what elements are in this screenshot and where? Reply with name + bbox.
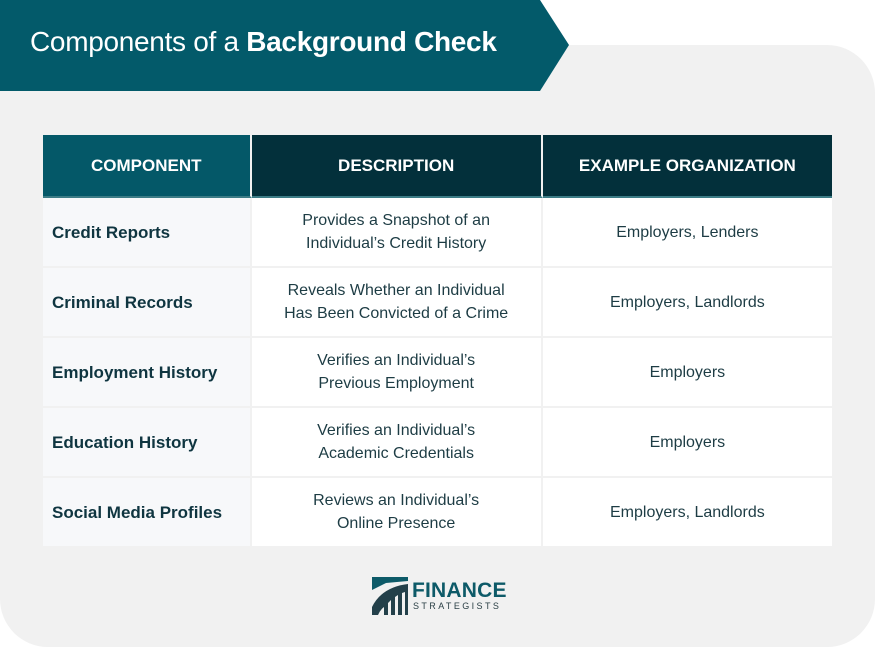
table-row: Social Media Profiles Reviews an Individ…	[43, 478, 832, 546]
description-cell: Reviews an Individual’s Online Presence	[251, 478, 543, 546]
description-line: Has Been Convicted of a Crime	[284, 305, 509, 322]
title-banner: Components of a Background Check	[0, 0, 570, 91]
component-cell: Credit Reports	[43, 198, 252, 268]
components-table: COMPONENT DESCRIPTION EXAMPLE ORGANIZATI…	[43, 135, 832, 546]
description-line: Provides a Snapshot of an	[302, 212, 490, 229]
title-regular: Components of a	[30, 26, 247, 57]
finance-strategists-logo: FINANCE STRATEGISTS	[372, 577, 507, 615]
organization-cell: Employers, Landlords	[542, 478, 832, 546]
logo-text-strategists: STRATEGISTS	[413, 601, 502, 611]
column-header-component: COMPONENT	[43, 135, 252, 198]
table-row: Criminal Records Reveals Whether an Indi…	[43, 268, 832, 338]
organization-cell: Employers, Landlords	[542, 268, 832, 338]
component-cell: Social Media Profiles	[43, 478, 252, 546]
description-line: Previous Employment	[318, 375, 474, 392]
description-line: Reviews an Individual’s	[313, 492, 480, 509]
organization-cell: Employers, Lenders	[542, 198, 832, 268]
table-row: Employment History Verifies an Individua…	[43, 338, 832, 408]
description-line: Individual’s Credit History	[306, 235, 487, 252]
table-header-row: COMPONENT DESCRIPTION EXAMPLE ORGANIZATI…	[43, 135, 832, 198]
column-header-description: DESCRIPTION	[251, 135, 543, 198]
description-line: Academic Credentials	[318, 445, 474, 462]
organization-cell: Employers	[542, 338, 832, 408]
description-line: Online Presence	[336, 515, 456, 532]
description-cell: Verifies an Individual’s Academic Credent…	[251, 408, 543, 478]
description-line: Verifies an Individual’s	[317, 422, 476, 439]
table-row: Education History Verifies an Individual…	[43, 408, 832, 478]
description-cell: Provides a Snapshot of an Individual’s Cr…	[251, 198, 543, 268]
description-cell: Reveals Whether an Individual Has Been Co…	[251, 268, 543, 338]
component-cell: Employment History	[43, 338, 252, 408]
component-cell: Education History	[43, 408, 252, 478]
finance-strategists-logo-icon	[372, 577, 408, 615]
table-row: Credit Reports Provides a Snapshot of an…	[43, 198, 832, 268]
description-cell: Verifies an Individual’s Previous Employm…	[251, 338, 543, 408]
organization-cell: Employers	[542, 408, 832, 478]
description-line: Reveals Whether an Individual	[287, 282, 505, 299]
page-title: Components of a Background Check	[30, 26, 497, 58]
title-bold: Background Check	[246, 26, 497, 57]
logo-text-finance: FINANCE	[412, 579, 507, 602]
component-cell: Criminal Records	[43, 268, 252, 338]
column-header-example-organization: EXAMPLE ORGANIZATION	[542, 135, 832, 198]
description-line: Verifies an Individual’s	[317, 352, 476, 369]
